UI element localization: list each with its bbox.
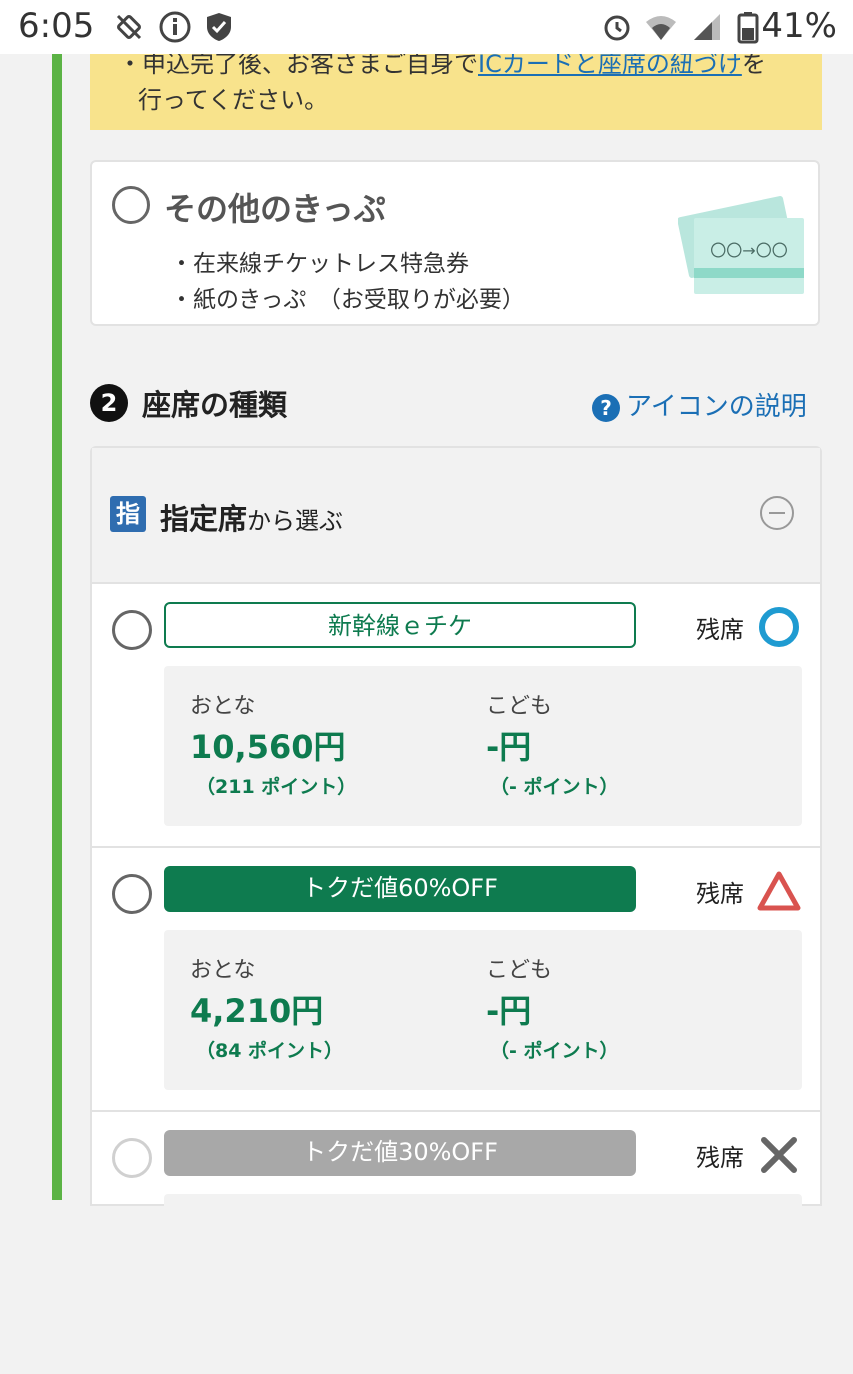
fare-option-toku30: トクだ値30%OFF 残席 bbox=[92, 1110, 820, 1374]
child-label: こども bbox=[486, 958, 553, 983]
ticket-illustration-text: 〇〇→〇〇 bbox=[710, 241, 787, 260]
fare-name: トクだ値30%OFF bbox=[164, 1130, 636, 1176]
adult-price: 10,560円 bbox=[190, 728, 346, 766]
icon-help-label: アイコンの説明 bbox=[626, 392, 807, 422]
ic-card-link[interactable]: ICカードと座席の紐づけ bbox=[478, 54, 742, 78]
notice-line-1: ・申込完了後、お客さまご自身でICカードと座席の紐づけを bbox=[118, 54, 766, 79]
notice-box: ・申込完了後、お客さまご自身でICカードと座席の紐づけを 行ってください。 bbox=[90, 54, 822, 130]
child-points: （- ポイント） bbox=[490, 1040, 619, 1062]
reserved-seat-title: 指定席から選ぶ bbox=[160, 496, 343, 538]
few-seats-triangle-icon bbox=[757, 871, 801, 911]
adult-points: （211 ポイント） bbox=[196, 776, 357, 798]
battery-percent: 41% bbox=[761, 6, 837, 46]
fare-radio-disabled bbox=[112, 1138, 152, 1178]
available-circle-icon bbox=[759, 607, 799, 647]
other-tickets-title: その他のきっぷ bbox=[164, 190, 386, 228]
icon-help-link[interactable]: ? アイコンの説明 bbox=[592, 386, 807, 422]
seat-availability-label: 残席 bbox=[696, 616, 744, 644]
price-box: おとな 10,560円 （211 ポイント） こども -円 （- ポイント） bbox=[164, 666, 802, 826]
info-icon bbox=[159, 11, 191, 43]
notice-line-2: 行ってください。 bbox=[138, 86, 329, 114]
other-tickets-bullet: ・紙のきっぷ （お受取りが必要） bbox=[170, 287, 525, 313]
child-price: -円 bbox=[486, 992, 532, 1030]
child-label: こども bbox=[486, 694, 553, 719]
seat-type-heading: 座席の種類 bbox=[142, 388, 288, 422]
fare-option-eticket[interactable]: 新幹線ｅチケ 残席 おとな 10,560円 （211 ポイント） こども -円 … bbox=[92, 582, 820, 848]
signal-icon bbox=[694, 14, 720, 40]
wifi-icon bbox=[646, 16, 676, 40]
shield-icon bbox=[207, 13, 231, 41]
reserved-seat-title-main: 指定席 bbox=[160, 502, 248, 536]
ticket-illustration: 〇〇→〇〇 bbox=[678, 196, 804, 294]
step-number: 2 bbox=[90, 384, 128, 422]
status-time: 6:05 bbox=[18, 6, 95, 46]
fare-name: トクだ値60%OFF bbox=[164, 866, 636, 912]
reserved-seat-badge: 指 bbox=[110, 496, 146, 532]
status-bar: 6:05 41% bbox=[0, 0, 853, 54]
adult-label: おとな bbox=[190, 694, 256, 719]
collapse-icon[interactable] bbox=[760, 496, 794, 530]
help-icon: ? bbox=[592, 393, 620, 422]
progress-line bbox=[52, 54, 62, 1200]
price-box: おとな 4,210円 （84 ポイント） こども -円 （- ポイント） bbox=[164, 930, 802, 1090]
other-tickets-radio[interactable] bbox=[112, 186, 150, 224]
seat-availability-label: 残席 bbox=[696, 1144, 744, 1172]
rotate-lock-icon bbox=[116, 14, 142, 40]
reserved-seat-panel: 指 指定席から選ぶ 新幹線ｅチケ 残席 おとな 10,560円 （211 ポイン… bbox=[90, 446, 822, 1354]
notice-text-suffix: を bbox=[741, 54, 766, 78]
reserved-seat-header[interactable]: 指 指定席から選ぶ bbox=[92, 448, 820, 584]
other-tickets-bullet: ・在来線チケットレス特急券 bbox=[170, 251, 469, 277]
adult-points: （84 ポイント） bbox=[196, 1040, 344, 1062]
child-price: -円 bbox=[486, 728, 532, 766]
reserved-seat-title-suffix: から選ぶ bbox=[247, 507, 344, 535]
fare-radio[interactable] bbox=[112, 610, 152, 650]
other-tickets-option[interactable]: その他のきっぷ ・在来線チケットレス特急券 ・紙のきっぷ （お受取りが必要） 〇… bbox=[90, 160, 820, 326]
alarm-icon bbox=[604, 15, 630, 41]
sold-out-cross-icon bbox=[761, 1137, 797, 1173]
fare-radio[interactable] bbox=[112, 874, 152, 914]
adult-label: おとな bbox=[190, 958, 256, 983]
seat-availability-label: 残席 bbox=[696, 880, 744, 908]
price-box bbox=[164, 1194, 802, 1354]
notice-text: ・申込完了後、お客さまご自身で bbox=[118, 54, 478, 78]
adult-price: 4,210円 bbox=[190, 992, 324, 1030]
fare-name: 新幹線ｅチケ bbox=[164, 602, 636, 648]
fare-option-toku60[interactable]: トクだ値60%OFF 残席 おとな 4,210円 （84 ポイント） こども -… bbox=[92, 846, 820, 1112]
child-points: （- ポイント） bbox=[490, 776, 619, 798]
battery-icon bbox=[737, 12, 759, 44]
